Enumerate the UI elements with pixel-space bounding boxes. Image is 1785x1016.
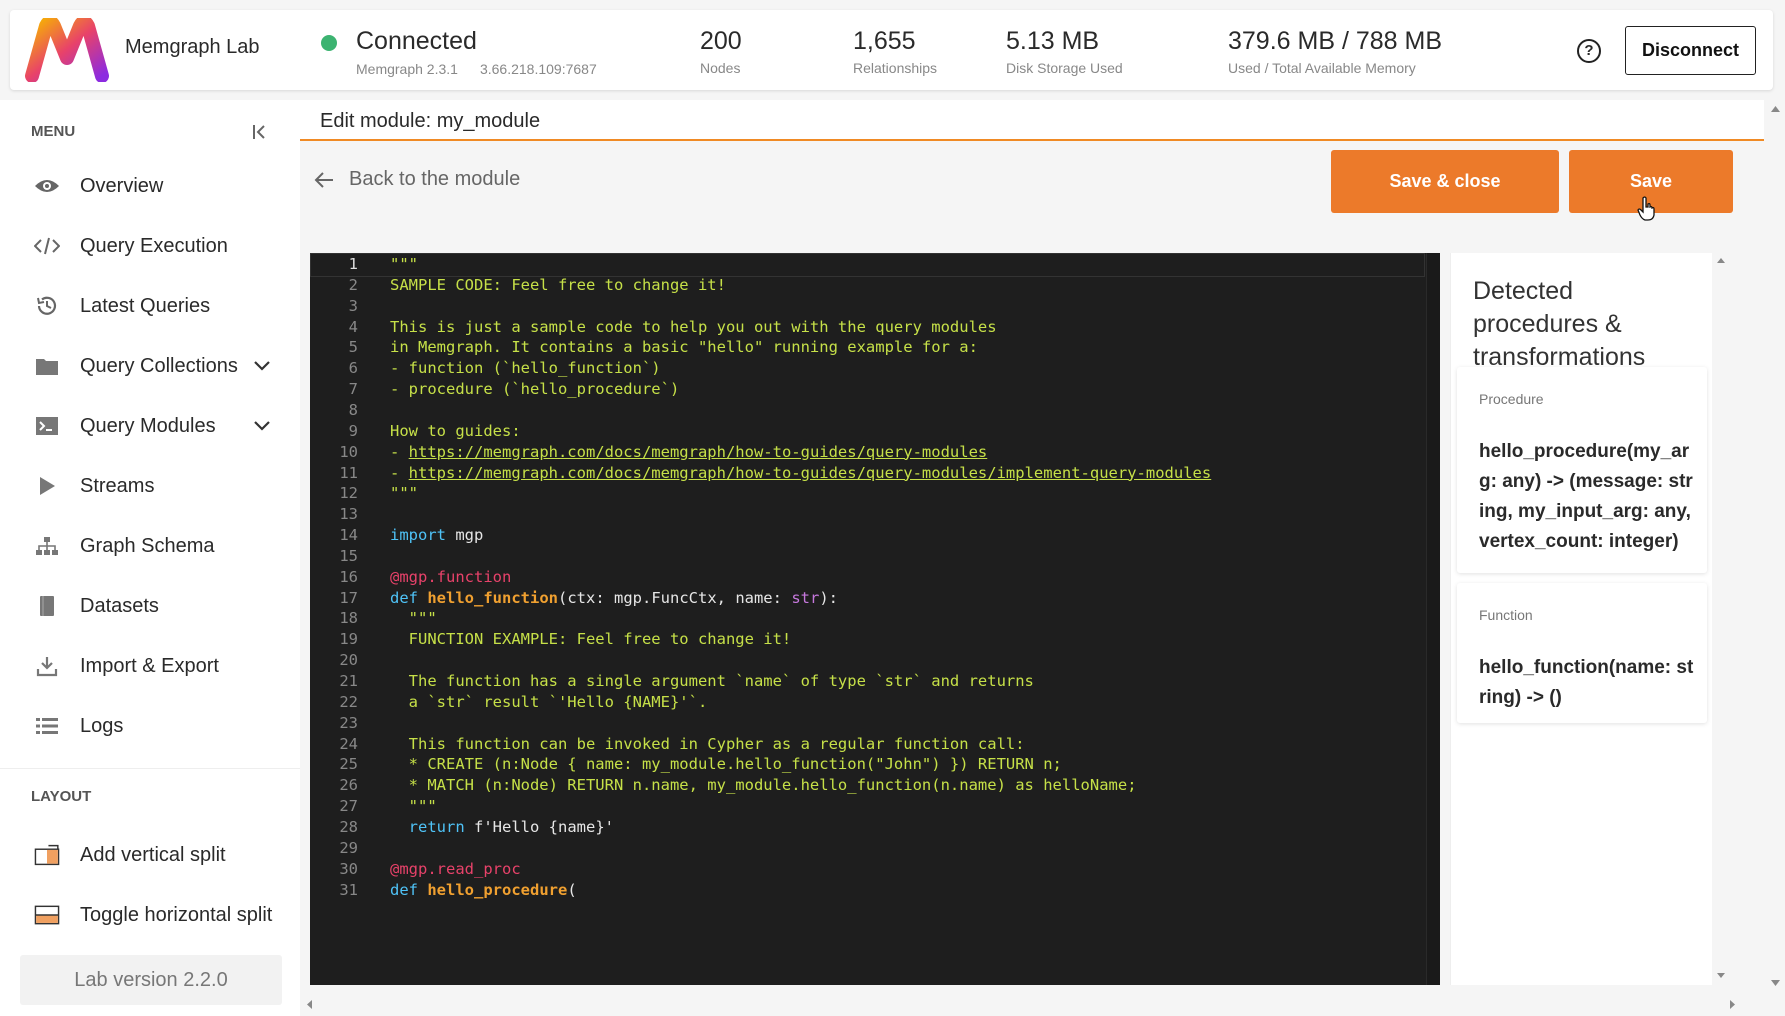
hand-cursor-icon <box>1637 196 1655 221</box>
sidebar-item-graph-schema[interactable]: Graph Schema <box>22 521 292 571</box>
chevron-down-icon[interactable] <box>252 355 272 375</box>
stat-relationships: 1,655 Relationships <box>853 27 937 76</box>
connection-details: Memgraph 2.3.1 3.66.218.109:7687 <box>356 61 619 77</box>
book-icon <box>34 593 60 619</box>
card-kind: Procedure <box>1479 391 1544 407</box>
line-code: def hello_procedure( <box>390 880 577 899</box>
vertical-split-icon <box>34 842 60 868</box>
terminal-icon <box>34 413 60 439</box>
procedure-card: Procedure hello_procedure(my_arg: any) -… <box>1457 367 1707 573</box>
panel-title: Detected procedures & transformations <box>1473 277 1646 371</box>
sidebar-divider <box>0 768 300 769</box>
connection-status-dot <box>321 35 337 51</box>
panel-scrollbar[interactable] <box>1712 253 1730 985</box>
connection-address: 3.66.218.109:7687 <box>479 61 597 77</box>
stat-value: 379.6 MB / 788 MB <box>1228 27 1443 55</box>
sidebar-item-query-execution[interactable]: Query Execution <box>22 221 292 271</box>
stat-value: 1,655 <box>853 27 916 55</box>
save-and-close-button[interactable]: Save & close <box>1331 150 1559 213</box>
sidebar-item-label: Add vertical split <box>80 843 226 866</box>
sidebar: MENU Overview Query Execution Latest Que… <box>0 100 300 1016</box>
menu-title: MENU <box>31 123 76 140</box>
line-number: 31 <box>339 880 358 899</box>
toggle-horizontal-split-button[interactable]: Toggle horizontal split <box>22 890 292 940</box>
sidebar-item-label: Latest Queries <box>80 294 211 317</box>
list-icon <box>34 713 60 739</box>
sidebar-item-streams[interactable]: Streams <box>22 461 292 511</box>
memgraph-logo <box>25 18 109 82</box>
code-editor[interactable]: 1 """ 2 SAMPLE CODE: Feel free to change it… <box>310 253 1440 985</box>
hierarchy-icon <box>34 533 60 559</box>
sidebar-item-query-collections[interactable]: Query Collections <box>22 341 292 391</box>
card-signature: hello_function(name: string) -> () <box>1479 657 1694 708</box>
history-icon <box>34 293 60 319</box>
add-vertical-split-button[interactable]: Add vertical split <box>22 830 292 880</box>
chevron-down-icon[interactable] <box>252 415 272 435</box>
module-editor-header: Edit module: my_module <box>300 100 1764 141</box>
sidebar-item-query-modules[interactable]: Query Modules <box>22 401 292 451</box>
sidebar-item-label: Graph Schema <box>80 534 215 557</box>
stat-label: Used / Total Available Memory <box>1228 60 1416 76</box>
stat-value: 5.13 MB <box>1006 27 1100 55</box>
sidebar-item-label: Query Collections <box>80 354 238 377</box>
memgraph-version: Memgraph 2.3.1 <box>356 61 458 77</box>
brand-name: Memgraph Lab <box>125 36 260 58</box>
sidebar-item-label: Query Execution <box>80 234 228 257</box>
help-circle-icon[interactable]: ? <box>1577 39 1601 63</box>
horizontal-split-icon <box>34 902 60 928</box>
eye-icon <box>34 173 60 199</box>
stat-value: 200 <box>700 27 742 55</box>
sidebar-item-datasets[interactable]: Datasets <box>22 581 292 631</box>
stat-label: Nodes <box>700 60 741 76</box>
collapse-sidebar-icon[interactable] <box>250 122 270 142</box>
sidebar-item-label: Datasets <box>80 594 159 617</box>
folder-icon <box>34 353 60 379</box>
stat-label: Disk Storage Used <box>1006 60 1123 76</box>
sidebar-item-logs[interactable]: Logs <box>22 701 292 751</box>
code-icon <box>34 233 60 259</box>
sidebar-item-import-export[interactable]: Import & Export <box>22 641 292 691</box>
lab-version: Lab version 2.2.0 <box>20 955 282 1005</box>
stat-disk: 5.13 MB Disk Storage Used <box>1006 27 1123 76</box>
arrow-left-icon <box>314 171 333 188</box>
code-line: 31 def hello_procedure( <box>310 879 1420 903</box>
sidebar-item-label: Toggle horizontal split <box>80 903 273 926</box>
detected-procedures-panel: Detected procedures & transformations Pr… <box>1450 253 1712 985</box>
sidebar-item-label: Query Modules <box>80 414 216 437</box>
function-card: Function hello_function(name: string) ->… <box>1457 583 1707 723</box>
sidebar-item-latest-queries[interactable]: Latest Queries <box>22 281 292 331</box>
card-signature: hello_procedure(my_arg: any) -> (message… <box>1479 441 1693 552</box>
sidebar-item-label: Import & Export <box>80 654 219 677</box>
disconnect-button[interactable]: Disconnect <box>1625 26 1756 75</box>
connection-status: Connected <box>356 27 477 55</box>
back-label: Back to the module <box>349 168 521 190</box>
play-icon <box>34 473 60 499</box>
back-to-module-link[interactable]: Back to the module <box>313 168 520 191</box>
layout-title: LAYOUT <box>31 788 92 805</box>
sidebar-item-overview[interactable]: Overview <box>22 161 292 211</box>
sidebar-item-label: Logs <box>80 714 124 737</box>
stat-nodes: 200 Nodes <box>700 27 742 76</box>
card-kind: Function <box>1479 607 1533 623</box>
page-title: Edit module: my_module <box>320 110 541 132</box>
stat-label: Relationships <box>853 60 938 76</box>
sidebar-item-label: Overview <box>80 174 164 197</box>
editor-scrollbar[interactable] <box>1426 253 1440 985</box>
horizontal-scrollbar[interactable] <box>300 995 1750 1016</box>
sidebar-item-label: Streams <box>80 474 155 497</box>
download-icon <box>34 653 60 679</box>
page-scrollbar[interactable] <box>1766 100 1785 1016</box>
stat-memory: 379.6 MB / 788 MB Used / Total Available… <box>1228 27 1442 76</box>
